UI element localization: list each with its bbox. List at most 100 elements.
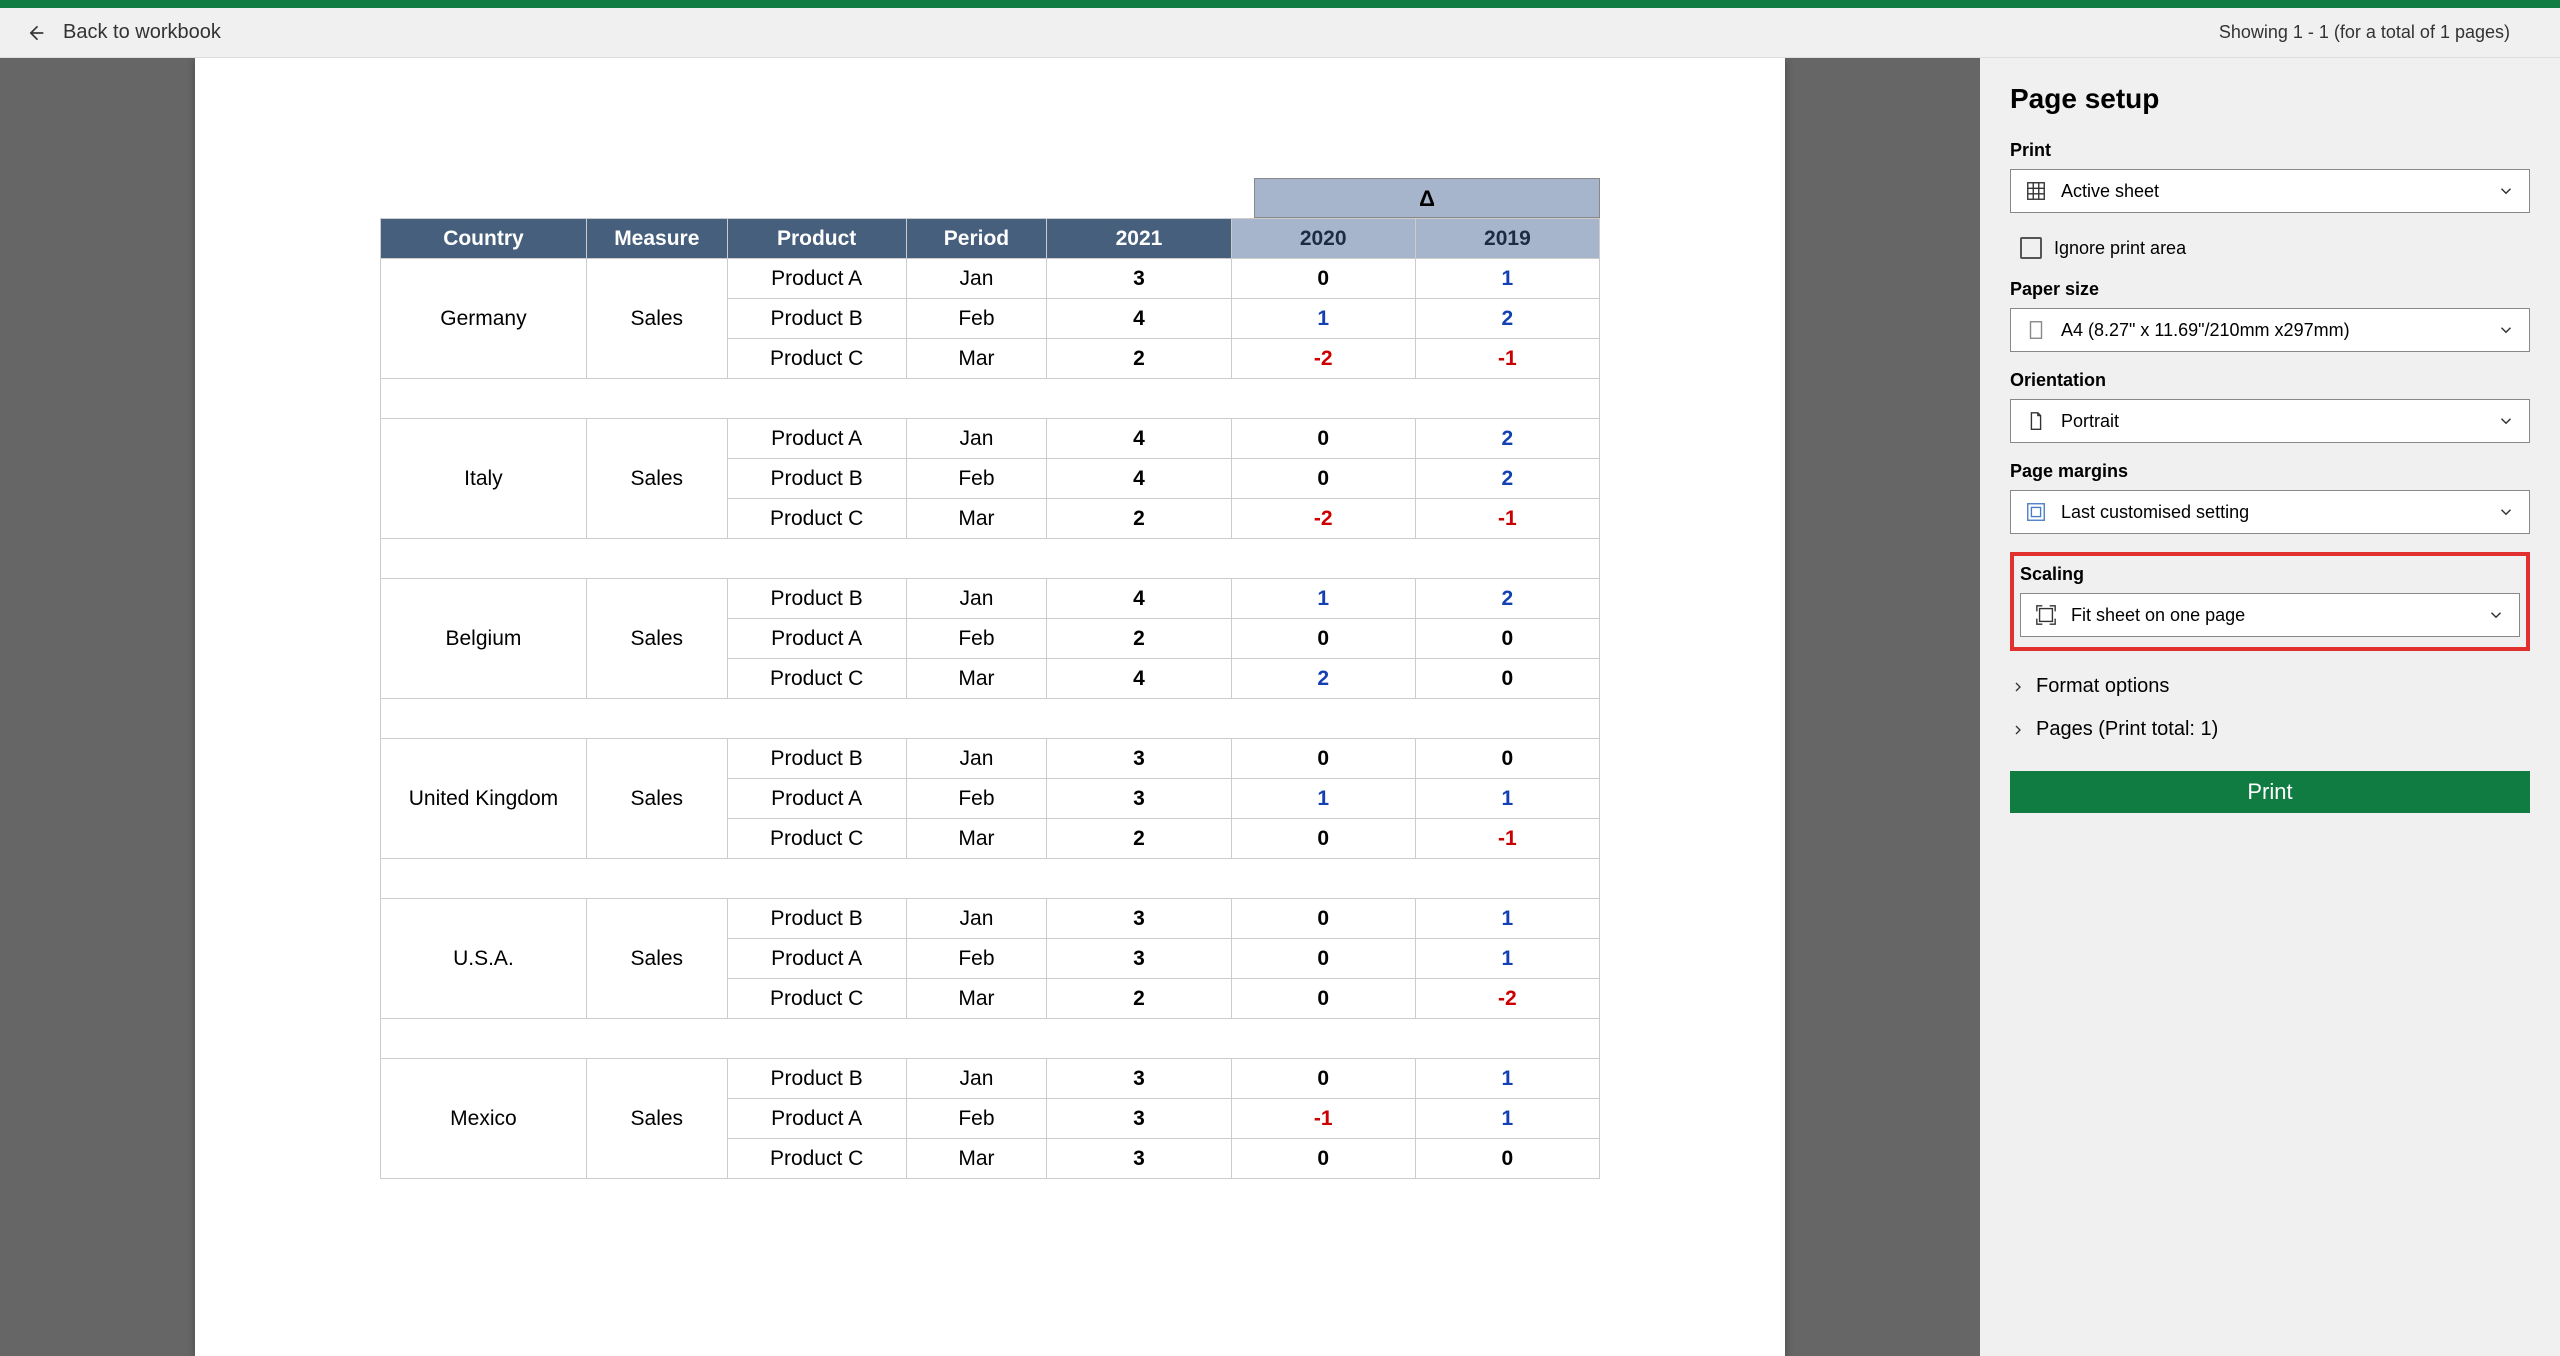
product-cell: Product C bbox=[727, 659, 906, 699]
y2019-cell: 2 bbox=[1415, 459, 1599, 499]
y2019-cell: 1 bbox=[1415, 939, 1599, 979]
chevron-down-icon bbox=[2497, 412, 2515, 430]
table-row: GermanySalesProduct AJan301 bbox=[381, 259, 1600, 299]
product-cell: Product A bbox=[727, 419, 906, 459]
group-separator bbox=[381, 379, 1600, 419]
y2021-cell: 3 bbox=[1047, 1099, 1231, 1139]
y2020-cell: 0 bbox=[1231, 939, 1415, 979]
ignore-print-area-label: Ignore print area bbox=[2054, 238, 2186, 259]
y2021-cell: 3 bbox=[1047, 259, 1231, 299]
chevron-down-icon bbox=[2497, 321, 2515, 339]
y2021-cell: 4 bbox=[1047, 419, 1231, 459]
table-row: U.S.A.SalesProduct BJan301 bbox=[381, 899, 1600, 939]
pages-collapser[interactable]: Pages (Print total: 1) bbox=[2010, 708, 2530, 751]
period-cell: Feb bbox=[906, 619, 1047, 659]
format-options-collapser[interactable]: Format options bbox=[2010, 665, 2530, 708]
y2019-cell: 2 bbox=[1415, 299, 1599, 339]
period-cell: Feb bbox=[906, 299, 1047, 339]
pages-label: Pages (Print total: 1) bbox=[2036, 718, 2218, 741]
y2020-cell: 1 bbox=[1231, 779, 1415, 819]
active-sheet-icon bbox=[2025, 180, 2047, 202]
period-cell: Feb bbox=[906, 779, 1047, 819]
scaling-dropdown[interactable]: Fit sheet on one page bbox=[2020, 593, 2520, 637]
scaling-value: Fit sheet on one page bbox=[2071, 605, 2245, 626]
country-cell: Mexico bbox=[381, 1059, 587, 1179]
y2019-cell: 0 bbox=[1415, 739, 1599, 779]
ignore-print-area-checkbox[interactable]: Ignore print area bbox=[2020, 237, 2530, 259]
margins-dropdown[interactable]: Last customised setting bbox=[2010, 490, 2530, 534]
page-setup-sidebar: Page setup Print Active sheet Ignore pri… bbox=[1980, 58, 2560, 1356]
y2020-cell: 0 bbox=[1231, 419, 1415, 459]
data-table: Country Measure Product Period 2021 2020… bbox=[380, 218, 1600, 1179]
page-preview: Δ Country Measure Product Period 2021 20… bbox=[195, 58, 1785, 1356]
period-cell: Jan bbox=[906, 1059, 1047, 1099]
country-cell: Italy bbox=[381, 419, 587, 539]
country-cell: Germany bbox=[381, 259, 587, 379]
print-dropdown[interactable]: Active sheet bbox=[2010, 169, 2530, 213]
y2020-cell: 0 bbox=[1231, 259, 1415, 299]
th-2021: 2021 bbox=[1047, 219, 1231, 259]
y2019-cell: 2 bbox=[1415, 579, 1599, 619]
y2020-cell: 0 bbox=[1231, 899, 1415, 939]
y2020-cell: 0 bbox=[1231, 739, 1415, 779]
product-cell: Product C bbox=[727, 819, 906, 859]
checkbox-icon bbox=[2020, 237, 2042, 259]
paper-size-dropdown[interactable]: A4 (8.27" x 11.69"/210mm x297mm) bbox=[2010, 308, 2530, 352]
y2021-cell: 2 bbox=[1047, 619, 1231, 659]
measure-cell: Sales bbox=[586, 739, 727, 859]
y2019-cell: -1 bbox=[1415, 819, 1599, 859]
y2019-cell: 1 bbox=[1415, 1099, 1599, 1139]
orientation-value: Portrait bbox=[2061, 411, 2119, 432]
th-2019: 2019 bbox=[1415, 219, 1599, 259]
th-period: Period bbox=[906, 219, 1047, 259]
measure-cell: Sales bbox=[586, 1059, 727, 1179]
table-row: MexicoSalesProduct BJan301 bbox=[381, 1059, 1600, 1099]
product-cell: Product B bbox=[727, 899, 906, 939]
back-arrow-icon[interactable] bbox=[25, 23, 45, 43]
period-cell: Mar bbox=[906, 339, 1047, 379]
print-dropdown-value: Active sheet bbox=[2061, 181, 2159, 202]
period-cell: Mar bbox=[906, 1139, 1047, 1179]
y2021-cell: 3 bbox=[1047, 899, 1231, 939]
period-cell: Jan bbox=[906, 899, 1047, 939]
y2020-cell: 0 bbox=[1231, 619, 1415, 659]
y2021-cell: 3 bbox=[1047, 779, 1231, 819]
y2020-cell: 1 bbox=[1231, 579, 1415, 619]
y2019-cell: 2 bbox=[1415, 419, 1599, 459]
product-cell: Product C bbox=[727, 979, 906, 1019]
y2021-cell: 3 bbox=[1047, 1059, 1231, 1099]
product-cell: Product A bbox=[727, 1099, 906, 1139]
y2021-cell: 2 bbox=[1047, 819, 1231, 859]
margins-label: Page margins bbox=[2010, 461, 2530, 482]
product-cell: Product A bbox=[727, 779, 906, 819]
th-product: Product bbox=[727, 219, 906, 259]
accent-bar bbox=[0, 0, 2560, 8]
chevron-down-icon bbox=[2487, 606, 2505, 624]
y2021-cell: 2 bbox=[1047, 339, 1231, 379]
print-section-label: Print bbox=[2010, 140, 2530, 161]
table-row: ItalySalesProduct AJan402 bbox=[381, 419, 1600, 459]
period-cell: Mar bbox=[906, 659, 1047, 699]
format-options-label: Format options bbox=[2036, 675, 2169, 698]
measure-cell: Sales bbox=[586, 899, 727, 1019]
product-cell: Product A bbox=[727, 619, 906, 659]
y2019-cell: -1 bbox=[1415, 499, 1599, 539]
y2021-cell: 3 bbox=[1047, 1139, 1231, 1179]
product-cell: Product B bbox=[727, 739, 906, 779]
y2020-cell: 0 bbox=[1231, 459, 1415, 499]
table-row: BelgiumSalesProduct BJan412 bbox=[381, 579, 1600, 619]
y2020-cell: 1 bbox=[1231, 299, 1415, 339]
product-cell: Product A bbox=[727, 939, 906, 979]
print-button[interactable]: Print bbox=[2010, 771, 2530, 813]
paper-size-value: A4 (8.27" x 11.69"/210mm x297mm) bbox=[2061, 320, 2350, 341]
y2020-cell: 0 bbox=[1231, 1059, 1415, 1099]
y2020-cell: 0 bbox=[1231, 1139, 1415, 1179]
measure-cell: Sales bbox=[586, 579, 727, 699]
chevron-right-icon bbox=[2010, 679, 2026, 695]
product-cell: Product B bbox=[727, 299, 906, 339]
period-cell: Jan bbox=[906, 259, 1047, 299]
y2019-cell: 1 bbox=[1415, 1059, 1599, 1099]
th-2020: 2020 bbox=[1231, 219, 1415, 259]
orientation-dropdown[interactable]: Portrait bbox=[2010, 399, 2530, 443]
back-to-workbook-link[interactable]: Back to workbook bbox=[63, 21, 221, 44]
